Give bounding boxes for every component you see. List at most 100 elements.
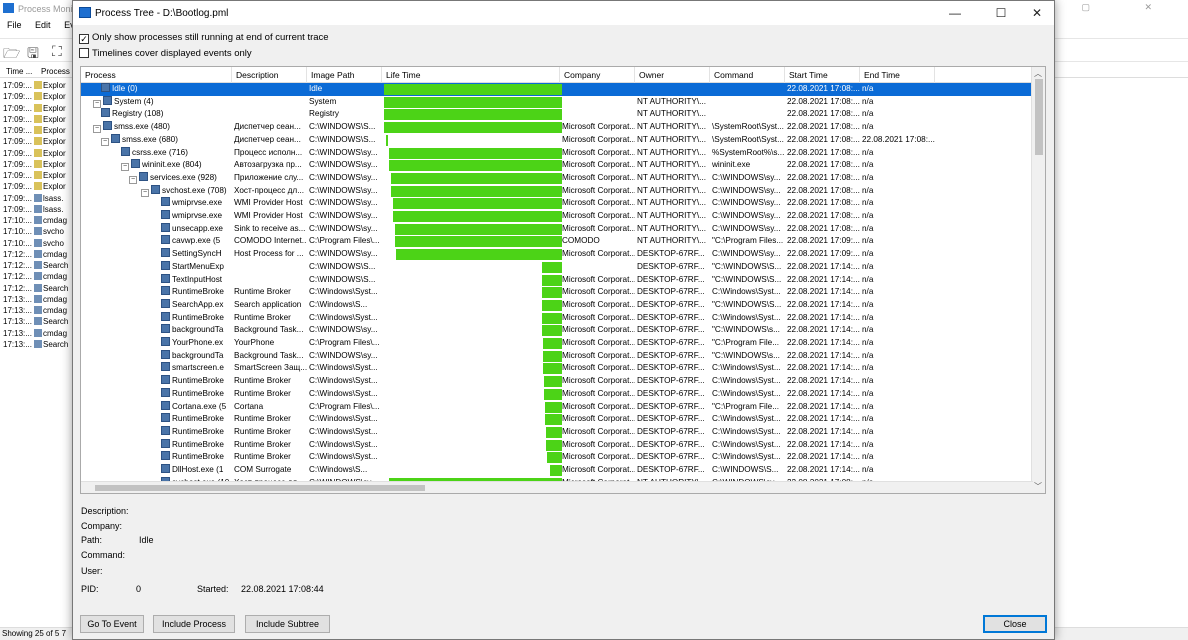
process-row[interactable]: TextInputHost C:\WINDOWS\S... Microsoft Co… <box>81 273 1033 287</box>
background-event-row[interactable]: 17:09:... lsass. <box>0 193 80 204</box>
close-button[interactable]: Close <box>983 615 1047 633</box>
process-row[interactable]: csrss.exe (716) Процесс исполн... C:\WINDO… <box>81 146 1033 160</box>
background-event-row[interactable]: 17:09:... Explor <box>0 136 80 147</box>
end-time-cell: n/a <box>862 236 874 246</box>
only-running-checkbox[interactable]: ✓ Only show processes still running at en… <box>79 31 439 45</box>
process-row[interactable]: RuntimeBroke Runtime Broker C:\Windows\Sys… <box>81 413 1033 426</box>
bg-col-time[interactable]: Time ... <box>6 67 32 76</box>
bg-col-process[interactable]: Process <box>41 67 70 76</box>
col-end-time[interactable]: End Time <box>860 67 935 83</box>
background-event-row[interactable]: 17:09:... Explor <box>0 170 80 181</box>
background-event-row[interactable]: 17:09:... Explor <box>0 181 80 192</box>
col-description[interactable]: Description <box>232 67 307 83</box>
process-row[interactable]: SettingSyncH Host Process for ... C:\WINDO… <box>81 248 1033 261</box>
go-to-event-button[interactable]: Go To Event <box>80 615 144 633</box>
background-event-row[interactable]: 17:09:... Explor <box>0 114 80 125</box>
background-event-row[interactable]: 17:10:... svcho <box>0 238 80 249</box>
process-row[interactable]: wmiprvse.exe WMI Provider Host C:\WINDOWS\… <box>81 210 1033 223</box>
menu-file[interactable]: File <box>7 20 22 30</box>
process-row[interactable]: − wininit.exe (804) Автозагрузка пр... C:\W… <box>81 159 1033 172</box>
collapse-node-icon[interactable]: − <box>93 125 101 134</box>
background-event-row[interactable]: 17:12:... Search <box>0 260 80 271</box>
background-event-row[interactable]: 17:09:... Explor <box>0 148 80 159</box>
background-event-row[interactable]: 17:09:... Explor <box>0 91 80 102</box>
background-event-row[interactable]: 17:10:... svcho <box>0 226 80 237</box>
menu-edit[interactable]: Edit <box>35 20 51 30</box>
process-row[interactable]: StartMenuExp C:\WINDOWS\S... DESKTOP-67RF.… <box>81 260 1033 274</box>
open-folder-icon[interactable]: 🗁 <box>3 43 21 61</box>
background-event-row[interactable]: 17:12:... cmdag <box>0 249 80 260</box>
background-event-row[interactable]: 17:09:... lsass. <box>0 204 80 215</box>
col-process[interactable]: Process <box>81 67 232 83</box>
process-row[interactable]: Cortana.exe (5 Cortana C:\Program Files\..… <box>81 400 1033 414</box>
checkbox-unchecked-icon[interactable] <box>79 48 89 58</box>
process-row[interactable]: backgroundTa Background Task... C:\WINDOWS… <box>81 324 1033 337</box>
timelines-checkbox[interactable]: Timelines cover displayed events only <box>79 47 439 61</box>
process-row[interactable]: Registry (108) Registry NT AUTHORITY\... 22… <box>81 108 1033 121</box>
background-event-row[interactable]: 17:12:... Search <box>0 283 80 294</box>
process-icon <box>101 108 110 118</box>
background-event-row[interactable]: 17:13:... Search <box>0 316 80 327</box>
collapse-node-icon[interactable]: − <box>129 175 137 184</box>
process-row[interactable]: DllHost.exe (1 COM Surrogate C:\Windows\S.… <box>81 464 1033 477</box>
process-row[interactable]: smartscreen.e SmartScreen Защ... C:\Window… <box>81 362 1033 375</box>
background-event-row[interactable]: 17:12:... cmdag <box>0 271 80 282</box>
process-row[interactable]: RuntimeBroke Runtime Broker C:\Windows\Sys… <box>81 311 1033 325</box>
close-window-button[interactable]: ✕ <box>1017 3 1057 23</box>
command-cell: C:\WINDOWS\sy... <box>712 198 781 208</box>
process-row[interactable]: RuntimeBroke Runtime Broker C:\Windows\Sys… <box>81 438 1033 452</box>
collapse-node-icon[interactable]: − <box>101 137 109 146</box>
background-event-row[interactable]: 17:13:... cmdag <box>0 328 80 339</box>
process-row[interactable]: − System (4) System NT AUTHORITY\... 22.08.2… <box>81 95 1033 109</box>
process-row[interactable]: unsecapp.exe Sink to receive as... C:\WIND… <box>81 222 1033 236</box>
horizontal-scrollbar[interactable] <box>81 481 1033 493</box>
background-event-row[interactable]: 17:09:... Explor <box>0 103 80 114</box>
process-row[interactable]: − smss.exe (480) Диспетчер сеан... C:\WINDO… <box>81 121 1033 134</box>
background-event-row[interactable]: 17:13:... cmdag <box>0 305 80 316</box>
process-row[interactable]: YourPhone.ex YourPhone C:\Program Files\..… <box>81 337 1033 350</box>
vertical-scrollbar[interactable]: ︿ ﹀ <box>1031 67 1045 493</box>
col-start-time[interactable]: Start Time <box>785 67 860 83</box>
col-image-path[interactable]: Image Path <box>307 67 382 83</box>
process-row[interactable]: Idle (0) Idle 22.08.2021 17:08:... n/a <box>81 83 1033 96</box>
process-row[interactable]: backgroundTa Background Task... C:\WINDOWS… <box>81 349 1033 363</box>
background-event-row[interactable]: 17:09:... Explor <box>0 125 80 136</box>
scroll-down-icon[interactable]: ﹀ <box>1034 481 1042 492</box>
vertical-scroll-thumb[interactable] <box>1035 79 1043 155</box>
process-row[interactable]: RuntimeBroke Runtime Broker C:\Windows\Sys… <box>81 375 1033 388</box>
process-row[interactable]: wmiprvse.exe WMI Provider Host C:\WINDOWS\… <box>81 197 1033 210</box>
col-company[interactable]: Company <box>560 67 635 83</box>
collapse-node-icon[interactable]: − <box>93 99 101 108</box>
include-subtree-button[interactable]: Include Subtree <box>245 615 330 633</box>
col-life-time[interactable]: Life Time <box>382 67 560 83</box>
process-row[interactable]: RuntimeBroke Runtime Broker C:\Windows\Sys… <box>81 451 1033 464</box>
background-event-row[interactable]: 17:13:... Search <box>0 339 80 350</box>
background-event-row[interactable]: 17:10:... cmdag <box>0 215 80 226</box>
start-time-cell: 22.08.2021 17:14:... <box>787 312 860 322</box>
include-process-button[interactable]: Include Process <box>153 615 235 633</box>
process-row[interactable]: RuntimeBroke Runtime Broker C:\Windows\Sys… <box>81 425 1033 439</box>
background-event-row[interactable]: 17:09:... Explor <box>0 80 80 91</box>
col-owner[interactable]: Owner <box>635 67 710 83</box>
command-label: Command: <box>81 550 126 560</box>
minimize-button[interactable]: — <box>935 3 975 23</box>
background-event-row[interactable]: 17:09:... Explor <box>0 159 80 170</box>
process-row[interactable]: RuntimeBroke Runtime Broker C:\Windows\Sys… <box>81 286 1033 299</box>
collapse-node-icon[interactable]: − <box>141 188 149 197</box>
process-row[interactable]: cavwp.exe (5 COMODO Internet... C:\Program… <box>81 235 1033 248</box>
autoscroll-icon[interactable]: ⛶ <box>52 43 70 59</box>
lifetime-bar <box>392 198 562 210</box>
process-row[interactable]: − services.exe (928) Приложение слу... C:\W… <box>81 171 1033 185</box>
horizontal-scroll-thumb[interactable] <box>95 485 425 491</box>
save-icon[interactable]: 🖫 <box>27 43 45 61</box>
background-event-row[interactable]: 17:13:... cmdag <box>0 294 80 305</box>
process-row[interactable]: − svchost.exe (708) Хост-процесс дл... C:\W… <box>81 184 1033 198</box>
collapse-node-icon[interactable]: − <box>121 163 129 172</box>
process-row[interactable]: SearchApp.ex Search application C:\Windows… <box>81 298 1033 312</box>
scroll-up-icon[interactable]: ︿ <box>1034 68 1042 79</box>
maximize-button[interactable]: ☐ <box>981 3 1021 23</box>
process-row[interactable]: RuntimeBroke Runtime Broker C:\Windows\Sys… <box>81 387 1033 401</box>
col-command[interactable]: Command <box>710 67 785 83</box>
process-row[interactable]: − smss.exe (680) Диспетчер сеан... C:\WINDO… <box>81 133 1033 147</box>
checkbox-checked-icon[interactable]: ✓ <box>79 34 89 44</box>
